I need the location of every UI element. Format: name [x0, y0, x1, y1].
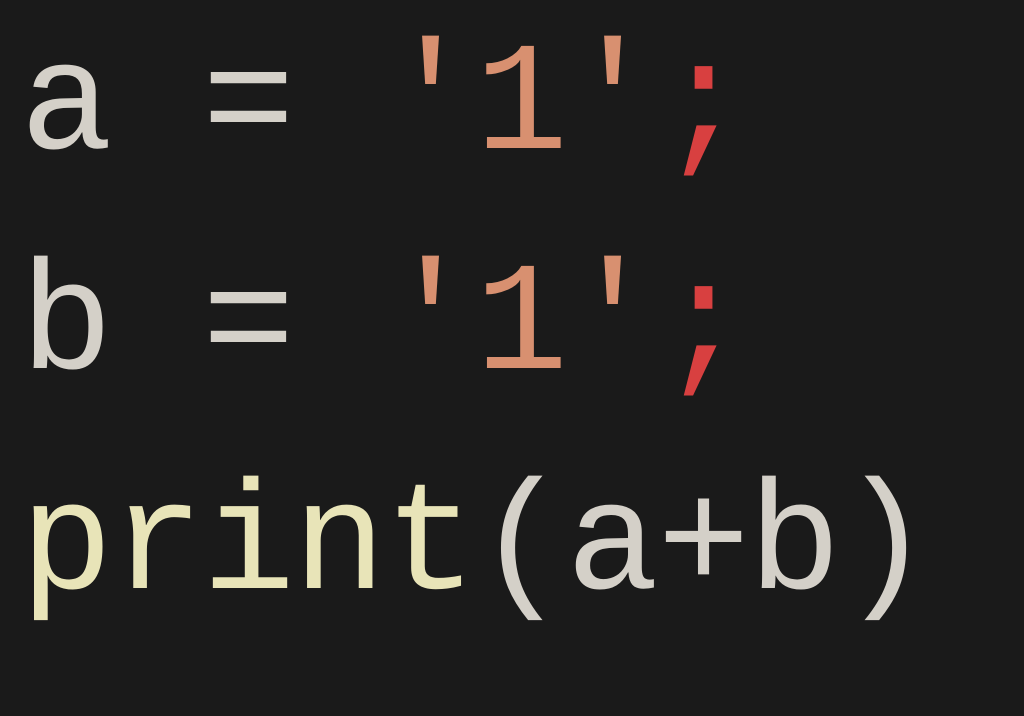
variable-token: a	[566, 459, 657, 635]
plus-token: +	[657, 459, 748, 635]
operator-token: =	[111, 239, 384, 415]
semicolon-token: ;	[657, 19, 748, 195]
variable-token: a	[20, 19, 111, 195]
variable-token: b	[748, 459, 839, 635]
variable-token: b	[20, 239, 111, 415]
code-line-3: print(a+b)	[20, 470, 1004, 625]
code-editor-content: a = '1'; b = '1'; print(a+b)	[20, 30, 1004, 625]
semicolon-token: ;	[657, 239, 748, 415]
operator-token: =	[111, 19, 384, 195]
function-token: print	[20, 459, 475, 635]
paren-token: )	[839, 459, 930, 635]
paren-token: (	[475, 459, 566, 635]
string-token: '1'	[384, 239, 657, 415]
code-line-1: a = '1';	[20, 30, 1004, 185]
code-line-2: b = '1';	[20, 250, 1004, 405]
string-token: '1'	[384, 19, 657, 195]
